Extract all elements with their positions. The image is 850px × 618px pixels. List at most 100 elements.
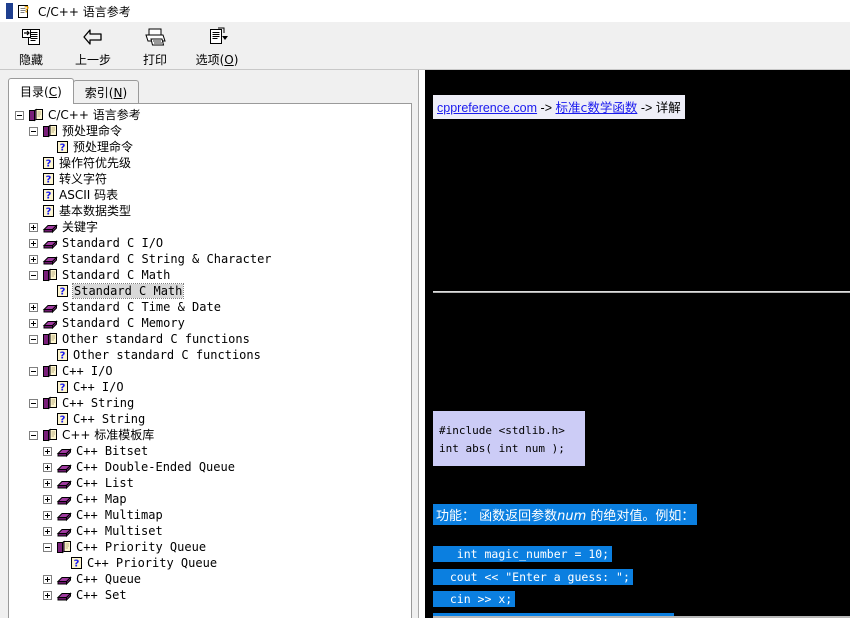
expand-icon[interactable] (43, 574, 52, 584)
tree-item[interactable]: ? 预处理命令 (9, 139, 411, 155)
tree-item[interactable]: C/C++ 语言参考 (9, 107, 411, 123)
closed-book-icon (56, 508, 72, 522)
tree-item[interactable]: C++ Multiset (9, 523, 411, 539)
tree-item[interactable]: ? ASCII 码表 (9, 187, 411, 203)
tree-item[interactable]: ? C++ String (9, 411, 411, 427)
tree-item[interactable]: ? 转义字符 (9, 171, 411, 187)
toolbar: 隐藏 上一步 打印 选项(O) (0, 22, 850, 70)
tree-item[interactable]: C++ String (9, 395, 411, 411)
help-page-icon: ? (42, 188, 55, 202)
breadcrumb-section-link[interactable]: 标准c数学函数 (555, 100, 637, 115)
tree-item[interactable]: Standard C Time & Date (9, 299, 411, 315)
open-book-icon (42, 124, 58, 138)
collapse-icon[interactable] (29, 398, 38, 408)
tree-item[interactable]: C++ Multimap (9, 507, 411, 523)
tree-item-label: C++ Set (76, 588, 127, 602)
tree-item[interactable]: ? 基本数据类型 (9, 203, 411, 219)
tab-index[interactable]: 索引(N) (72, 80, 140, 104)
print-button[interactable]: 打印 (124, 22, 186, 68)
tree-item[interactable]: Other standard C functions (9, 331, 411, 347)
tree-item[interactable]: C++ Queue (9, 571, 411, 587)
svg-text:?: ? (60, 287, 66, 298)
expand-icon[interactable] (29, 254, 38, 264)
collapse-icon[interactable] (43, 542, 52, 552)
tree-item-label: 转义字符 (59, 172, 108, 186)
tree-item[interactable]: ? Standard C Math (9, 283, 411, 299)
tree-item[interactable]: C++ Map (9, 491, 411, 507)
tree-item[interactable]: Standard C I/O (9, 235, 411, 251)
tree-item[interactable]: ? 操作符优先级 (9, 155, 411, 171)
tab-contents[interactable]: 目录(C) (8, 78, 74, 104)
description-suffix: 的绝对值。例如： (586, 509, 695, 524)
svg-text:?: ? (46, 159, 52, 170)
expand-icon[interactable] (29, 222, 38, 232)
back-button[interactable]: 上一步 (62, 22, 124, 68)
closed-book-icon (42, 252, 58, 266)
closed-book-icon (56, 476, 72, 490)
tree-item-label: C++ Map (76, 492, 127, 506)
hide-button[interactable]: 隐藏 (0, 22, 62, 68)
printer-icon (142, 25, 168, 49)
svg-text:?: ? (60, 351, 66, 362)
tree-item[interactable]: C++ Set (9, 587, 411, 603)
tree-item-label: Other standard C functions (62, 332, 250, 346)
tree-item[interactable]: Standard C String & Character (9, 251, 411, 267)
expand-icon[interactable] (43, 510, 52, 520)
tree-item[interactable]: C++ 标准模板库 (9, 427, 411, 443)
help-page-icon: ? (56, 140, 69, 154)
tree-item[interactable]: C++ I/O (9, 363, 411, 379)
contents-tree[interactable]: C/C++ 语言参考 预处理命令? 预处理命令? 操作符优先级? 转义字符? ASCII … (8, 103, 412, 618)
collapse-icon[interactable] (29, 334, 38, 344)
breadcrumb: cppreference.com -> 标准c数学函数 -> 详解 (433, 95, 685, 119)
collapse-icon[interactable] (29, 430, 38, 440)
expand-icon[interactable] (43, 494, 52, 504)
tree-item[interactable]: ? C++ I/O (9, 379, 411, 395)
window-title: C/C++ 语言参考 (38, 4, 131, 19)
options-button[interactable]: 选项(O) (186, 22, 248, 68)
tree-item[interactable]: C++ List (9, 475, 411, 491)
expand-icon[interactable] (29, 238, 38, 248)
collapse-icon[interactable] (29, 270, 38, 280)
svg-text:?: ? (60, 383, 66, 394)
closed-book-icon (56, 588, 72, 602)
print-button-label: 打印 (142, 53, 167, 67)
tree-item-label: Standard C String & Character (62, 252, 272, 266)
tree-item-label: 基本数据类型 (59, 204, 132, 218)
tree-item[interactable]: C++ Priority Queue (9, 539, 411, 555)
tree-item[interactable]: 预处理命令 (9, 123, 411, 139)
closed-book-icon (42, 316, 58, 330)
expand-icon[interactable] (43, 526, 52, 536)
expand-icon[interactable] (43, 590, 52, 600)
tree-item-label: C++ 标准模板库 (62, 428, 155, 442)
svg-text:?: ? (74, 559, 80, 570)
tree-item-label: C/C++ 语言参考 (48, 108, 141, 122)
expand-icon[interactable] (43, 478, 52, 488)
expand-icon[interactable] (29, 318, 38, 328)
svg-text:?: ? (60, 143, 66, 154)
help-page-icon: ? (56, 412, 69, 426)
tree-item[interactable]: ? Other standard C functions (9, 347, 411, 363)
expand-icon[interactable] (43, 446, 52, 456)
svg-text:?: ? (46, 191, 52, 202)
breadcrumb-sep-2: -> (637, 101, 656, 115)
expand-icon[interactable] (43, 462, 52, 472)
breadcrumb-home-link[interactable]: cppreference.com (437, 101, 537, 115)
options-page-icon (204, 25, 230, 49)
tree-item[interactable]: C++ Double-Ended Queue (9, 459, 411, 475)
system-menu-button[interactable] (6, 3, 13, 19)
tree-item[interactable]: Standard C Memory (9, 315, 411, 331)
tree-item[interactable]: Standard C Math (9, 267, 411, 283)
tree-item-label: C++ String (73, 412, 146, 426)
collapse-icon[interactable] (29, 366, 38, 376)
expand-icon[interactable] (29, 302, 38, 312)
tree-item-label: 预处理命令 (62, 124, 123, 138)
collapse-icon[interactable] (29, 126, 38, 136)
collapse-icon[interactable] (15, 110, 24, 120)
tree-item[interactable]: C++ Bitset (9, 443, 411, 459)
help-page-icon: ? (42, 156, 55, 170)
tree-item[interactable]: 关键字 (9, 219, 411, 235)
function-description: 功能： 函数返回参数num 的绝对值。例如： (433, 504, 698, 525)
tree-item[interactable]: ? C++ Priority Queue (9, 555, 411, 571)
